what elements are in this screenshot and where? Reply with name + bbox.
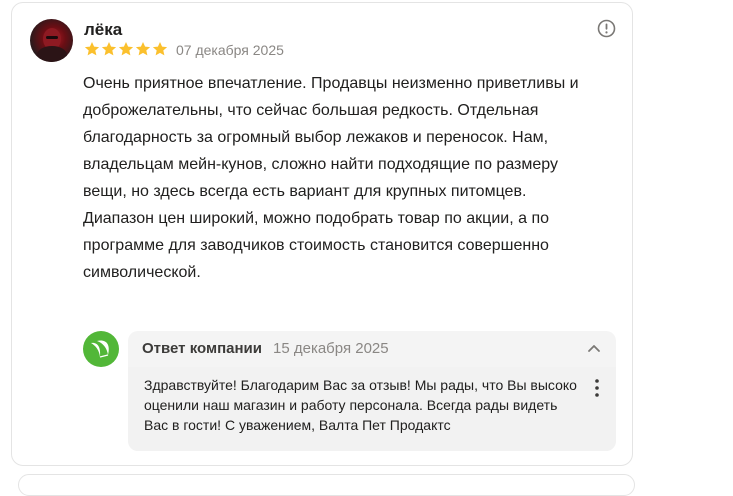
reply-title: Ответ компании <box>142 340 262 357</box>
reply-text: Здравствуйте! Благодарим Вас за отзыв! М… <box>144 377 577 433</box>
star-icon <box>101 42 117 56</box>
reply-date: 15 декабря 2025 <box>273 340 389 357</box>
star-icon <box>118 42 134 56</box>
company-reply: Ответ компании 15 декабря 2025 Здравству… <box>128 331 616 451</box>
review-text: Очень приятное впечатление. Продавцы неи… <box>83 75 579 281</box>
chevron-up-icon[interactable] <box>586 341 602 355</box>
avatar-image <box>37 28 67 62</box>
rating-stars <box>84 41 168 57</box>
review-date: 07 декабря 2025 <box>176 42 284 58</box>
exclamation-circle-icon[interactable] <box>597 19 616 38</box>
star-icon <box>135 42 151 56</box>
company-logo-mark <box>91 340 109 358</box>
avatar[interactable] <box>30 19 73 62</box>
company-logo-icon <box>83 331 119 367</box>
vertical-dots-icon[interactable] <box>592 378 602 398</box>
star-icon <box>84 42 100 56</box>
next-review-card <box>18 474 635 496</box>
star-icon <box>152 42 168 56</box>
reply-header[interactable]: Ответ компании 15 декабря 2025 <box>128 331 616 365</box>
review-author[interactable]: лёка <box>84 20 122 40</box>
